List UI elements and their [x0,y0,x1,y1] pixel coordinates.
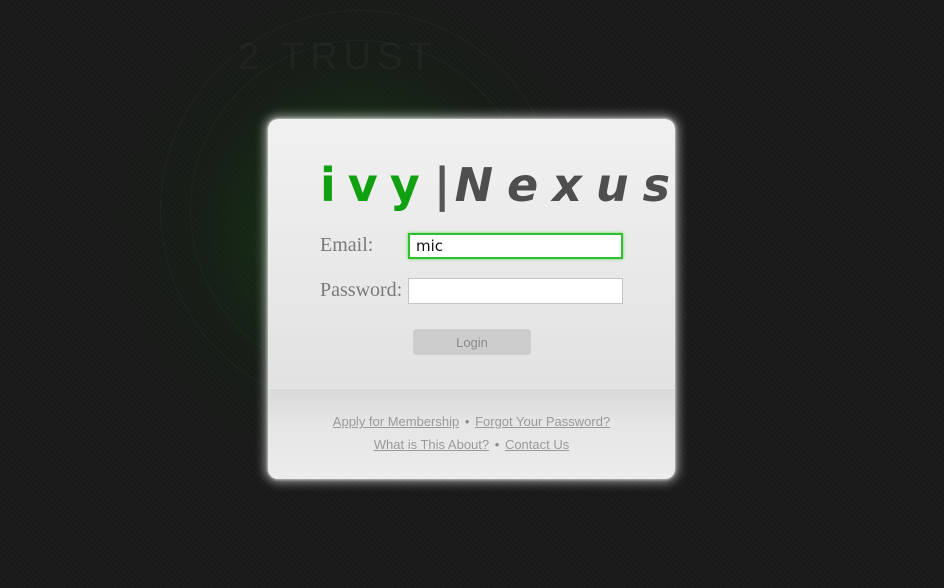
login-card: ivy|Nexus Email: Password: Login Apply f… [268,119,675,479]
footer-separator: • [494,437,500,452]
logo-ivy-text: ivy [320,158,432,212]
logo-nexus-text: Nexus [454,158,675,212]
logo-separator: | [433,158,451,212]
email-field[interactable] [408,233,623,259]
ivy-nexus-logo: ivy|Nexus [320,155,670,215]
page-background: 2 TRUST ivy|Nexus Email: Password: Login… [0,0,944,588]
contact-us-link[interactable]: Contact Us [505,437,569,452]
card-footer: Apply for Membership • Forgot Your Passw… [268,388,675,479]
login-button[interactable]: Login [413,329,531,355]
footer-separator: • [464,414,470,429]
footer-links-row-2: What is This About? • Contact Us [268,437,675,452]
apply-for-membership-link[interactable]: Apply for Membership [333,414,459,429]
password-field[interactable] [408,278,623,304]
email-label: Email: [320,234,374,256]
footer-links-row-1: Apply for Membership • Forgot Your Passw… [268,414,675,429]
what-is-this-about-link[interactable]: What is This About? [374,437,489,452]
background-watermark-text: 2 TRUST [238,36,438,79]
forgot-password-link[interactable]: Forgot Your Password? [475,414,610,429]
password-label: Password: [320,279,403,301]
